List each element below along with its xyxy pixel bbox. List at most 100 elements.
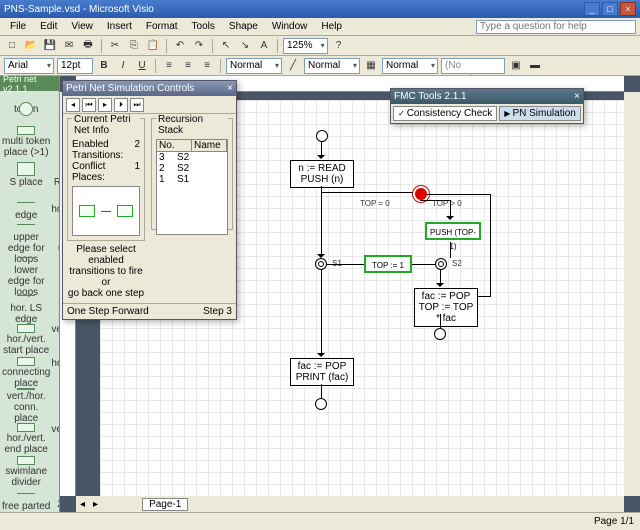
stencil-shape[interactable]: hor./vert. start place <box>2 324 50 356</box>
pattern-select[interactable]: Normal <box>382 58 438 74</box>
rewind-icon[interactable]: ⏮ <box>82 98 96 112</box>
stencil-shape[interactable]: strait upper edge <box>51 225 59 257</box>
stencil-shape[interactable]: vert./hor. end place <box>51 423 59 455</box>
cut-icon[interactable]: ✂ <box>107 38 123 54</box>
panel-close-icon[interactable]: × <box>227 83 233 94</box>
stencil-shape[interactable]: R place <box>51 159 59 191</box>
stencil-shape[interactable]: end place <box>51 390 59 422</box>
connector-icon[interactable]: ↘ <box>237 38 253 54</box>
stencil-shape[interactable]: edge <box>2 192 50 224</box>
play-icon[interactable]: ⏵ <box>114 98 128 112</box>
size-select[interactable]: 12pt <box>57 58 93 74</box>
stencil-shape[interactable]: token <box>2 93 50 125</box>
place-s1[interactable] <box>315 258 327 270</box>
stencil-shape[interactable]: multi token place (inf.) <box>51 126 59 158</box>
stencil-shape[interactable]: connecting place <box>2 357 50 389</box>
text-icon[interactable]: A <box>256 38 272 54</box>
stencil-shape[interactable]: start place <box>51 291 59 323</box>
stencil-shape[interactable]: lower edge for loops <box>2 258 50 290</box>
node-top1[interactable]: TOP := 1 <box>364 255 412 273</box>
stencil-pane: Petri net v2.1.1 tokenNOPmulti token pla… <box>0 76 60 512</box>
menu-edit[interactable]: Edit <box>34 20 63 33</box>
align-right-icon[interactable]: ≡ <box>199 58 215 74</box>
redo-icon[interactable]: ↷ <box>191 38 207 54</box>
consistency-check-button[interactable]: ✓ Consistency Check <box>393 106 497 121</box>
italic-icon[interactable]: I <box>115 58 131 74</box>
stencil-shape[interactable]: hor./vert. conn. place <box>51 357 59 389</box>
node-print[interactable]: fac := POP PRINT (fac) <box>290 358 354 386</box>
bold-icon[interactable]: B <box>96 58 112 74</box>
close-button[interactable]: × <box>620 2 636 16</box>
node-push[interactable]: PUSH (TOP-1) <box>425 222 481 240</box>
mail-icon[interactable]: ✉ <box>61 38 77 54</box>
open-icon[interactable]: 📂 <box>23 38 39 54</box>
stencil-shape[interactable]: swimlane divider <box>2 456 50 488</box>
node-read[interactable]: n := READ PUSH (n) <box>290 160 354 188</box>
edge <box>327 264 364 265</box>
new-icon[interactable]: □ <box>4 38 20 54</box>
help-search-input[interactable] <box>476 20 636 34</box>
ffwd-icon[interactable]: ⏭ <box>130 98 144 112</box>
paste-icon[interactable]: 📋 <box>145 38 161 54</box>
stencil-shape[interactable]: free parted edge <box>2 489 50 512</box>
menu-help[interactable]: Help <box>315 20 348 33</box>
stencil-shape[interactable]: S place <box>2 159 50 191</box>
end-node[interactable] <box>434 328 446 340</box>
stencil-shape[interactable]: brace <box>51 456 59 488</box>
edge <box>427 194 491 195</box>
stencil-shape[interactable]: strait lower edge <box>51 258 59 290</box>
stencil-shape[interactable]: hor./vert. edge <box>51 192 59 224</box>
node-fac[interactable]: fac := POP TOP := TOP * fac <box>414 288 478 327</box>
stencil-shape[interactable]: vert./hor. start place <box>51 324 59 356</box>
maximize-button[interactable]: □ <box>602 2 618 16</box>
conflict-place[interactable] <box>415 188 427 200</box>
menu-shape[interactable]: Shape <box>223 20 264 33</box>
fill-icon[interactable]: ▦ <box>363 58 379 74</box>
align-center-icon[interactable]: ≡ <box>180 58 196 74</box>
layer-select[interactable]: (No Layer) <box>441 58 505 74</box>
stencil-shape[interactable]: hor./vert. end place <box>2 423 50 455</box>
start-node[interactable] <box>316 130 328 142</box>
step-fwd-icon[interactable]: ▸ <box>98 98 112 112</box>
minimize-button[interactable]: _ <box>584 2 600 16</box>
copy-icon[interactable]: ⎘ <box>126 38 142 54</box>
menu-tools[interactable]: Tools <box>186 20 221 33</box>
help-icon[interactable]: ? <box>331 38 347 54</box>
edge <box>321 186 322 256</box>
menu-format[interactable]: Format <box>140 20 184 33</box>
stencil-shape[interactable]: vert./hor. conn. place <box>2 390 50 422</box>
print-icon[interactable]: 🖶 <box>80 38 96 54</box>
fmc-close-icon[interactable]: × <box>574 91 580 102</box>
weight-select[interactable]: Normal <box>304 58 360 74</box>
align-left-icon[interactable]: ≡ <box>161 58 177 74</box>
stencil-title[interactable]: Petri net v2.1.1 <box>0 76 59 91</box>
save-icon[interactable]: 💾 <box>42 38 58 54</box>
pn-simulation-button[interactable]: ▶ PN Simulation <box>499 106 581 121</box>
tab-page1[interactable]: Page-1 <box>142 498 188 511</box>
step-back-icon[interactable]: ◂ <box>66 98 80 112</box>
font-select[interactable]: Arial <box>4 58 54 74</box>
line-color-icon[interactable]: ▬ <box>527 58 543 74</box>
menu-insert[interactable]: Insert <box>101 20 138 33</box>
menu-view[interactable]: View <box>65 20 99 33</box>
undo-icon[interactable]: ↶ <box>172 38 188 54</box>
scrollbar-vertical[interactable] <box>624 92 640 496</box>
zoom-select[interactable]: 125% <box>283 38 328 54</box>
page-tabs[interactable]: ◂▸ Page-1 <box>76 496 624 512</box>
stencil-shape[interactable]: upper edge for loops <box>2 225 50 257</box>
style-select[interactable]: Normal <box>226 58 282 74</box>
menu-window[interactable]: Window <box>266 20 314 33</box>
stencil-shape[interactable]: multi token place (>1) <box>2 126 50 158</box>
pointer-icon[interactable]: ↖ <box>218 38 234 54</box>
stencil-shape[interactable]: hor. LS edge <box>2 291 50 323</box>
fill-color-icon[interactable]: ▣ <box>508 58 524 74</box>
end-node[interactable] <box>315 398 327 410</box>
place-s2[interactable] <box>435 258 447 270</box>
underline-icon[interactable]: U <box>134 58 150 74</box>
menu-file[interactable]: File <box>4 20 32 33</box>
stencil-shape[interactable]: NOP <box>51 93 59 125</box>
edge <box>440 314 441 328</box>
stencil-shape[interactable]: 2 dots diag. <box>51 489 59 512</box>
line-icon[interactable]: ╱ <box>285 58 301 74</box>
stack-list[interactable]: No.Name 3S2 2S2 1S1 <box>156 139 228 235</box>
